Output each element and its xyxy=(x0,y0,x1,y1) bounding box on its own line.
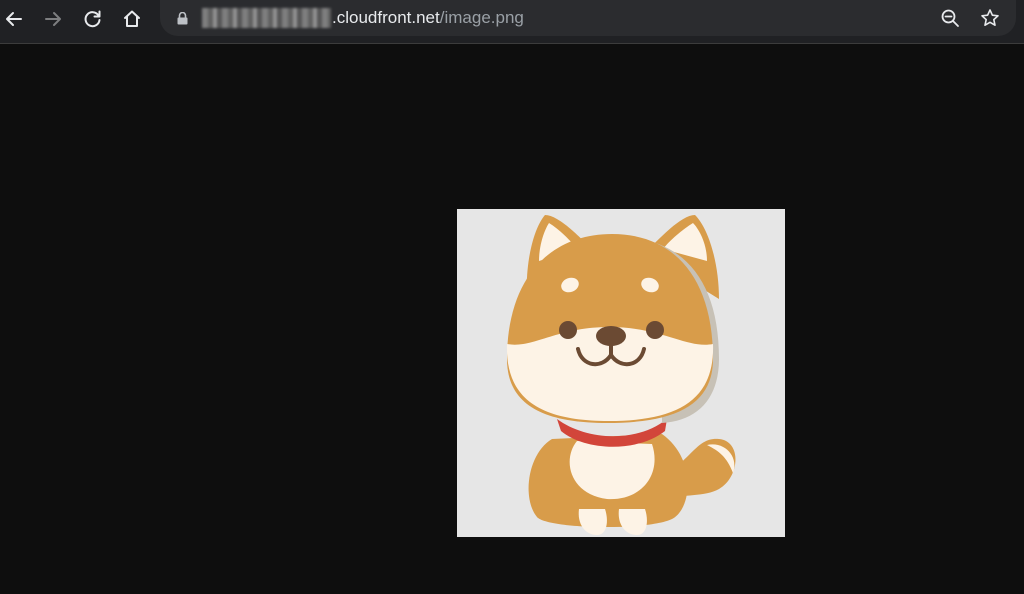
star-icon[interactable] xyxy=(980,8,1000,28)
zoom-out-icon[interactable] xyxy=(940,8,960,28)
browser-toolbar: .cloudfront.net/image.png xyxy=(0,0,1024,44)
arrow-left-icon xyxy=(6,12,22,26)
forward-button[interactable] xyxy=(40,6,66,32)
url-domain: .cloudfront.net xyxy=(332,8,440,27)
home-button[interactable] xyxy=(119,6,145,32)
home-icon xyxy=(124,10,140,27)
url-text[interactable]: .cloudfront.net/image.png xyxy=(202,7,524,29)
arrow-right-icon xyxy=(45,12,61,26)
lock-icon[interactable] xyxy=(177,12,188,25)
shiba-inu-dog-image xyxy=(506,215,736,535)
address-bar[interactable]: .cloudfront.net/image.png xyxy=(160,0,1016,36)
reload-button[interactable] xyxy=(80,6,106,32)
url-path: /image.png xyxy=(439,8,524,27)
back-button[interactable] xyxy=(1,6,27,32)
reload-icon xyxy=(84,10,101,28)
image-viewer[interactable] xyxy=(457,209,785,537)
redacted-hostname xyxy=(202,8,331,28)
